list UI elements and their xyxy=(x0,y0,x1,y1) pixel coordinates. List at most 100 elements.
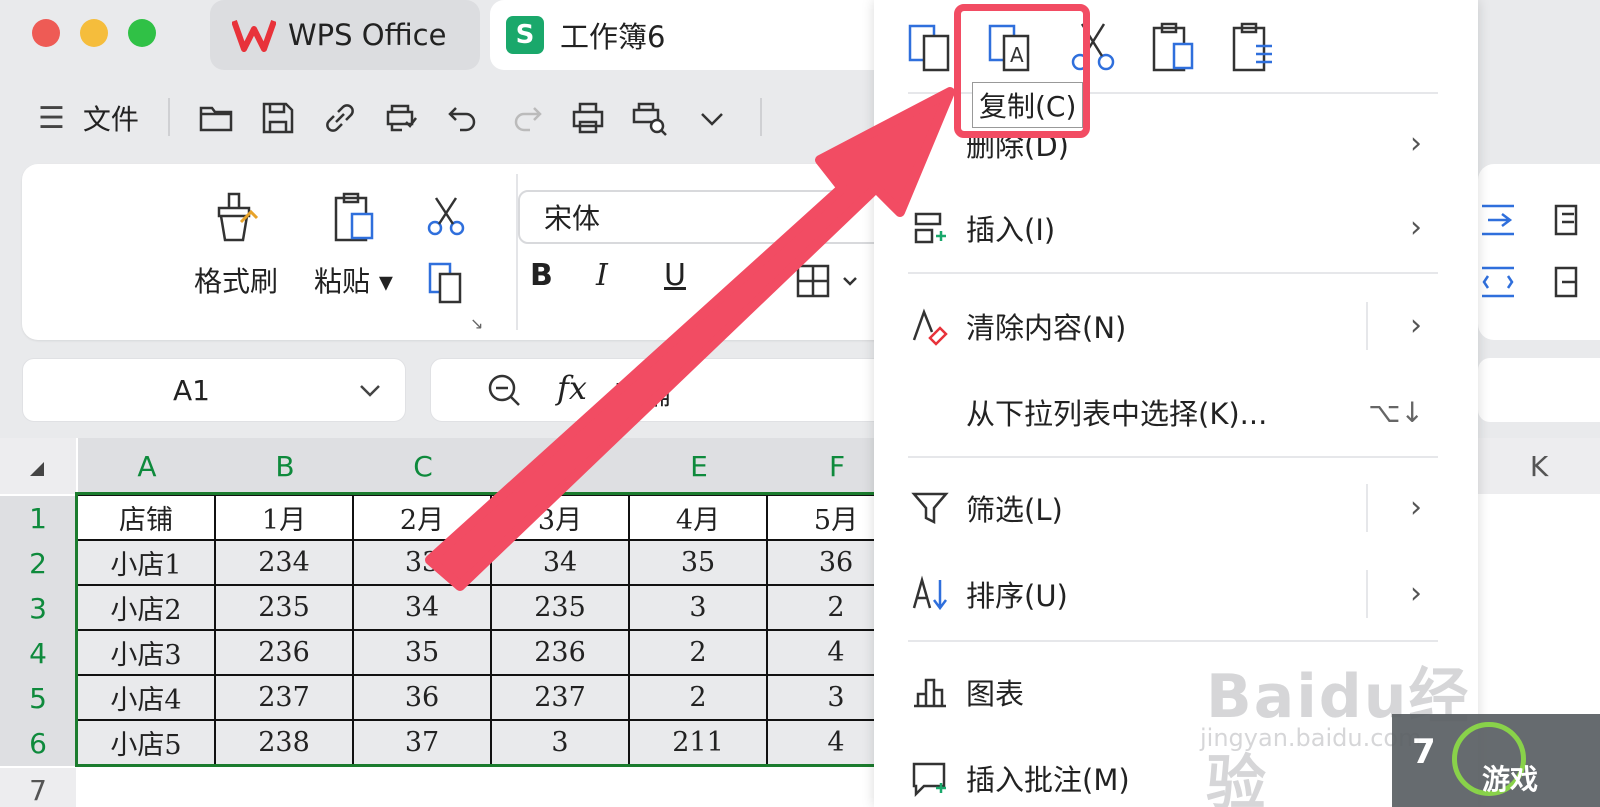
window-close-button[interactable] xyxy=(32,19,60,47)
select-all-corner[interactable] xyxy=(0,438,76,494)
table-cell[interactable]: 小店2 xyxy=(76,584,216,631)
undo-button[interactable] xyxy=(444,98,484,138)
fx-icon[interactable]: fx xyxy=(557,369,587,407)
table-cell[interactable]: 34 xyxy=(352,584,492,631)
table-cell[interactable]: 店铺 xyxy=(76,494,216,541)
row-header-7[interactable]: 7 xyxy=(0,768,76,807)
table-cell[interactable]: 小店4 xyxy=(76,674,216,721)
paste-button[interactable]: 粘贴 ▾ xyxy=(314,190,393,300)
table-cell[interactable]: 211 xyxy=(628,719,768,766)
table-row: 小店4 237 36 237 2 3 xyxy=(76,674,906,721)
tab-workbook[interactable]: S 工作簿6 xyxy=(490,0,890,70)
merge-icon[interactable] xyxy=(1552,262,1592,302)
table-cell[interactable]: 小店5 xyxy=(76,719,216,766)
indent-icon[interactable] xyxy=(1478,200,1518,240)
font-family-select[interactable]: 宋体 xyxy=(518,190,898,244)
menu-item-filter[interactable]: 筛选(L) › xyxy=(908,478,1448,538)
table-cell[interactable]: 238 xyxy=(214,719,354,766)
ribbon-right-fragment xyxy=(1478,164,1600,340)
menu-item-sort[interactable]: 排序(U) › xyxy=(908,564,1448,624)
comment-icon xyxy=(908,756,952,800)
italic-button[interactable]: I xyxy=(596,258,608,293)
dialog-launcher-icon[interactable]: ↘ xyxy=(470,314,483,333)
table-cell[interactable]: 1月 xyxy=(214,494,354,541)
table-cell[interactable]: 3 xyxy=(628,584,768,631)
table-cell[interactable]: 234 xyxy=(214,539,354,586)
window-minimize-button[interactable] xyxy=(80,19,108,47)
print-button[interactable] xyxy=(568,98,608,138)
paste-special-button[interactable] xyxy=(1228,18,1280,78)
table-cell[interactable]: 4月 xyxy=(628,494,768,541)
redo-button[interactable] xyxy=(506,98,546,138)
row-header-1[interactable]: 1 xyxy=(0,496,76,541)
menu-item-clear-content[interactable]: 清除内容(N) › xyxy=(908,296,1448,356)
game-site-watermark: 7 游戏 xyxy=(1392,714,1600,807)
link-button[interactable] xyxy=(320,98,360,138)
paste-quick-button[interactable] xyxy=(1148,18,1200,78)
table-cell[interactable]: 236 xyxy=(490,629,630,676)
column-header-k[interactable]: K xyxy=(1478,438,1600,494)
column-header-a[interactable]: A xyxy=(78,438,216,494)
table-cell[interactable]: 小店1 xyxy=(76,539,216,586)
align-icon[interactable] xyxy=(1552,200,1592,240)
table-cell[interactable]: 小店3 xyxy=(76,629,216,676)
chevron-right-icon: › xyxy=(1410,490,1422,525)
table-cell[interactable]: 237 xyxy=(214,674,354,721)
table-cell[interactable]: 237 xyxy=(490,674,630,721)
format-painter-icon xyxy=(217,192,259,242)
row-header-2[interactable]: 2 xyxy=(0,541,76,586)
cut-button[interactable] xyxy=(424,194,468,242)
data-table: 店铺 1月 2月 3月 4月 5月 小店1 234 33 34 35 36 小店… xyxy=(76,494,906,766)
more-tools-dropdown[interactable] xyxy=(692,98,732,138)
table-cell[interactable]: 236 xyxy=(214,629,354,676)
spreadsheet-logo-icon: S xyxy=(506,16,544,54)
row-header-3[interactable]: 3 xyxy=(0,586,76,631)
zoom-search-icon[interactable] xyxy=(485,371,525,411)
copy-quick-button[interactable] xyxy=(906,18,958,78)
table-cell[interactable]: 37 xyxy=(352,719,492,766)
find-button[interactable] xyxy=(630,98,670,138)
tab-wps-office[interactable]: WPS Office xyxy=(210,0,480,70)
formula-bar[interactable]: fx 店铺 xyxy=(430,358,900,422)
table-cell[interactable]: 3月 xyxy=(490,494,630,541)
borders-button[interactable] xyxy=(794,262,862,306)
column-header-e[interactable]: E xyxy=(630,438,768,494)
column-header-b[interactable]: B xyxy=(216,438,354,494)
file-menu-button[interactable]: ☰ 文件 xyxy=(38,98,139,138)
table-cell[interactable]: 235 xyxy=(214,584,354,631)
chevron-down-icon[interactable] xyxy=(353,373,387,407)
format-painter-button[interactable]: 格式刷 xyxy=(194,190,278,300)
menu-item-insert[interactable]: 插入(I) › xyxy=(908,198,1448,258)
column-header-c[interactable]: C xyxy=(354,438,492,494)
save-button[interactable] xyxy=(258,98,298,138)
table-cell[interactable]: 2 xyxy=(628,629,768,676)
window-maximize-button[interactable] xyxy=(128,19,156,47)
row-header-5[interactable]: 5 xyxy=(0,676,76,721)
copy-button[interactable] xyxy=(424,260,468,308)
table-cell[interactable]: 235 xyxy=(490,584,630,631)
column-header-d[interactable]: D xyxy=(492,438,630,494)
table-cell[interactable]: 34 xyxy=(490,539,630,586)
print-preview-button[interactable] xyxy=(380,98,420,138)
baidu-watermark-url: jingyan.baidu.com xyxy=(1200,724,1422,752)
wrap-text-icon[interactable] xyxy=(1478,262,1518,302)
bold-button[interactable]: B xyxy=(530,258,553,293)
sort-icon xyxy=(908,572,952,616)
row-header-6[interactable]: 6 xyxy=(0,721,76,766)
paste-icon xyxy=(335,192,374,242)
name-box[interactable]: A1 xyxy=(22,358,406,422)
menu-icon: ☰ xyxy=(38,100,65,136)
menu-item-pick-from-list[interactable]: 从下拉列表中选择(K)... ⌥↓ xyxy=(908,382,1448,442)
table-cell[interactable]: 35 xyxy=(628,539,768,586)
table-cell[interactable]: 2月 xyxy=(352,494,492,541)
table-cell[interactable]: 35 xyxy=(352,629,492,676)
table-cell[interactable]: 2 xyxy=(628,674,768,721)
underline-button[interactable]: U xyxy=(664,258,686,293)
open-folder-button[interactable] xyxy=(196,98,236,138)
table-cell[interactable]: 36 xyxy=(352,674,492,721)
menu-item-label: 清除内容(N) xyxy=(966,311,1127,345)
table-cell[interactable]: 33 xyxy=(352,539,492,586)
cell-reference: A1 xyxy=(173,373,210,407)
row-header-4[interactable]: 4 xyxy=(0,631,76,676)
table-cell[interactable]: 3 xyxy=(490,719,630,766)
